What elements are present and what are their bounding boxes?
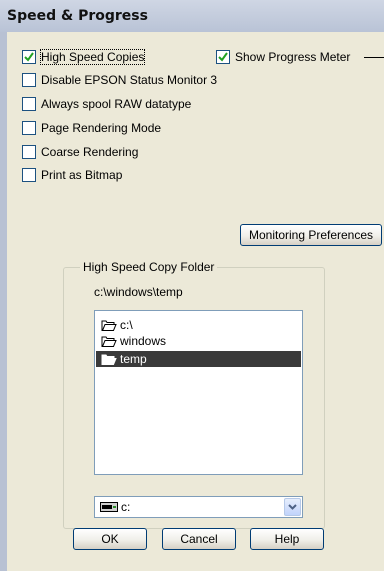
high-speed-copies-checkbox[interactable]: High Speed Copies	[22, 49, 146, 65]
checkmark-icon	[218, 52, 228, 62]
coarse-rendering-checkbox[interactable]: Coarse Rendering	[22, 144, 138, 160]
drive-select-value: c:	[121, 500, 131, 514]
tree-node-windows[interactable]: windows	[101, 333, 166, 349]
chevron-down-icon	[288, 504, 297, 510]
ok-button[interactable]: OK	[73, 528, 147, 550]
disable-status-monitor-checkbox[interactable]: Disable EPSON Status Monitor 3	[22, 72, 217, 88]
open-folder-icon	[101, 336, 117, 347]
tree-node-label: c:\	[120, 318, 133, 332]
leader-line	[364, 57, 384, 58]
checkbox-box[interactable]	[22, 145, 36, 159]
checkbox-box[interactable]	[22, 50, 36, 64]
folder-tree[interactable]: c:\ windows temp	[94, 310, 303, 475]
show-progress-meter-checkbox[interactable]: Show Progress Meter	[216, 49, 350, 65]
window-left-edge	[0, 32, 7, 571]
show-progress-meter-label: Show Progress Meter	[235, 50, 351, 64]
cancel-button[interactable]: Cancel	[162, 528, 236, 550]
dialog-window: Speed & Progress High Speed Copies Show …	[0, 0, 384, 571]
current-folder-path: c:\windows\temp	[94, 285, 183, 299]
tree-node-label: windows	[120, 334, 167, 348]
always-spool-raw-checkbox[interactable]: Always spool RAW datatype	[22, 96, 191, 112]
high-speed-copies-label: High Speed Copies	[39, 49, 146, 65]
open-folder-icon	[101, 354, 117, 365]
drive-select[interactable]: c:	[94, 496, 303, 518]
checkbox-box[interactable]	[22, 121, 36, 135]
disable-status-monitor-label: Disable EPSON Status Monitor 3	[41, 73, 218, 87]
checkbox-box[interactable]	[22, 73, 36, 87]
help-button[interactable]: Help	[250, 528, 324, 550]
checkbox-box[interactable]	[22, 97, 36, 111]
group-legend: High Speed Copy Folder	[80, 260, 218, 274]
coarse-rendering-label: Coarse Rendering	[41, 145, 139, 159]
window-title: Speed & Progress	[7, 8, 148, 24]
checkmark-icon	[24, 52, 34, 62]
checkbox-box[interactable]	[22, 168, 36, 182]
drive-icon	[100, 502, 118, 512]
print-as-bitmap-checkbox[interactable]: Print as Bitmap	[22, 167, 122, 183]
tree-node-root[interactable]: c:\	[101, 317, 133, 333]
always-spool-raw-label: Always spool RAW datatype	[41, 97, 192, 111]
title-bar[interactable]: Speed & Progress	[0, 0, 384, 32]
ok-label: OK	[101, 532, 119, 546]
page-rendering-mode-checkbox[interactable]: Page Rendering Mode	[22, 120, 161, 136]
print-as-bitmap-label: Print as Bitmap	[41, 168, 123, 182]
tree-node-temp[interactable]: temp	[96, 351, 301, 367]
checkbox-box[interactable]	[216, 50, 230, 64]
open-folder-icon	[101, 320, 117, 331]
page-rendering-mode-label: Page Rendering Mode	[41, 121, 162, 135]
dropdown-arrow-button[interactable]	[284, 498, 301, 516]
monitoring-preferences-button[interactable]: Monitoring Preferences	[240, 224, 382, 246]
tree-node-label: temp	[120, 352, 147, 366]
